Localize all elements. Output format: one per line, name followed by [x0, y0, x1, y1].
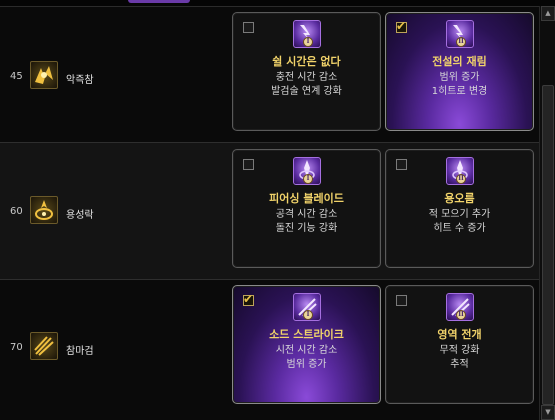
option-checkbox[interactable]: ✔ — [396, 295, 407, 306]
scroll-down-arrow-icon[interactable]: ▼ — [541, 405, 555, 420]
skill-name: 용성락 — [66, 210, 94, 221]
piercing-blade-icon: I — [293, 157, 321, 185]
tech-option-card[interactable]: ✔ I 쉴 시간은 없다 충전 시간 감소 발검술 연계 강화 — [232, 12, 381, 131]
option-desc-line: 돌진 기능 강화 — [275, 223, 338, 234]
checkmark-icon: ✔ — [243, 292, 254, 306]
option-checkbox[interactable]: ✔ — [396, 159, 407, 170]
option-desc-line: 추적 — [450, 359, 469, 370]
rising-dragon-icon: II — [446, 157, 474, 185]
tech-option-card-selected[interactable]: ✔ I 소드 스트라이크 시전 시간 감소 범위 증가 — [232, 285, 381, 404]
option-desc-line: 범위 증가 — [439, 72, 480, 83]
tech-option-card[interactable]: ✔ II 영역 전개 무적 강화 추적 — [385, 285, 534, 404]
option-desc-line: 충전 시간 감소 — [275, 72, 338, 83]
tier-badge-icon: I — [303, 310, 313, 320]
tier-badge-icon: II — [456, 174, 466, 184]
skill-level: 70 — [10, 342, 23, 353]
option-title: 피어싱 블레이드 — [269, 192, 344, 205]
option-title: 전설의 재림 — [432, 55, 487, 68]
option-checkbox[interactable]: ✔ — [243, 22, 254, 33]
option-title: 소드 스트라이크 — [269, 328, 344, 341]
skill-row-level-70: 70 참마검 ✔ I 소드 스트라이크 시전 시간 감소 범위 증가 ✔ II … — [0, 280, 539, 420]
skill-level: 45 — [10, 71, 23, 82]
option-desc-line: 공격 시간 감소 — [275, 209, 338, 220]
option-desc-line: 히트 수 증가 — [433, 223, 486, 234]
option-checkbox[interactable]: ✔ — [243, 159, 254, 170]
tech-option-card-selected[interactable]: ✔ II 전설의 재림 범위 증가 1히트로 변경 — [385, 12, 534, 131]
option-desc-line: 범위 증가 — [286, 359, 327, 370]
domain-expansion-icon: II — [446, 293, 474, 321]
demon-slash-icon — [30, 61, 58, 89]
skill-row-level-45: 45 악즉참 ✔ I 쉴 시간은 없다 충전 시간 감소 발검술 연계 강화 ✔… — [0, 6, 539, 143]
option-desc-line: 무적 강화 — [439, 345, 480, 356]
active-tab-marker — [128, 0, 190, 3]
demon-blade-icon — [30, 332, 58, 360]
lightning-burst-icon: II — [446, 20, 474, 48]
checkmark-icon: ✔ — [396, 19, 407, 33]
tech-option-card[interactable]: ✔ II 용오름 적 모으기 추가 히트 수 증가 — [385, 149, 534, 268]
skill-row-level-60: 60 용성락 ✔ I 피어싱 블레이드 공격 시간 감소 돌진 기능 강화 ✔ … — [0, 143, 539, 280]
skill-level: 60 — [10, 206, 23, 217]
tier-badge-icon: II — [456, 310, 466, 320]
skill-name: 악즉참 — [66, 75, 94, 86]
sword-strike-icon: I — [293, 293, 321, 321]
option-desc-line: 적 모으기 추가 — [428, 209, 491, 220]
option-title: 영역 전개 — [437, 328, 482, 341]
option-checkbox-checked[interactable]: ✔ — [243, 292, 254, 306]
option-desc-line: 시전 시간 감소 — [275, 345, 338, 356]
option-title: 쉴 시간은 없다 — [272, 55, 341, 68]
option-checkbox-checked[interactable]: ✔ — [396, 19, 407, 33]
vertical-scrollbar[interactable]: ▲ ▼ — [539, 6, 555, 420]
tier-badge-icon: I — [303, 174, 313, 184]
skill-name: 참마검 — [66, 346, 94, 357]
option-desc-line: 1히트로 변경 — [431, 86, 488, 97]
scrollbar-thumb[interactable] — [542, 85, 554, 405]
scroll-up-arrow-icon[interactable]: ▲ — [541, 6, 555, 21]
tech-option-card[interactable]: ✔ I 피어싱 블레이드 공격 시간 감소 돌진 기능 강화 — [232, 149, 381, 268]
tier-badge-icon: I — [303, 37, 313, 47]
option-title: 용오름 — [444, 192, 475, 205]
option-desc-line: 발검술 연계 강화 — [271, 86, 342, 97]
lightning-burst-icon: I — [293, 20, 321, 48]
tier-badge-icon: II — [456, 37, 466, 47]
dragon-star-icon — [30, 196, 58, 224]
